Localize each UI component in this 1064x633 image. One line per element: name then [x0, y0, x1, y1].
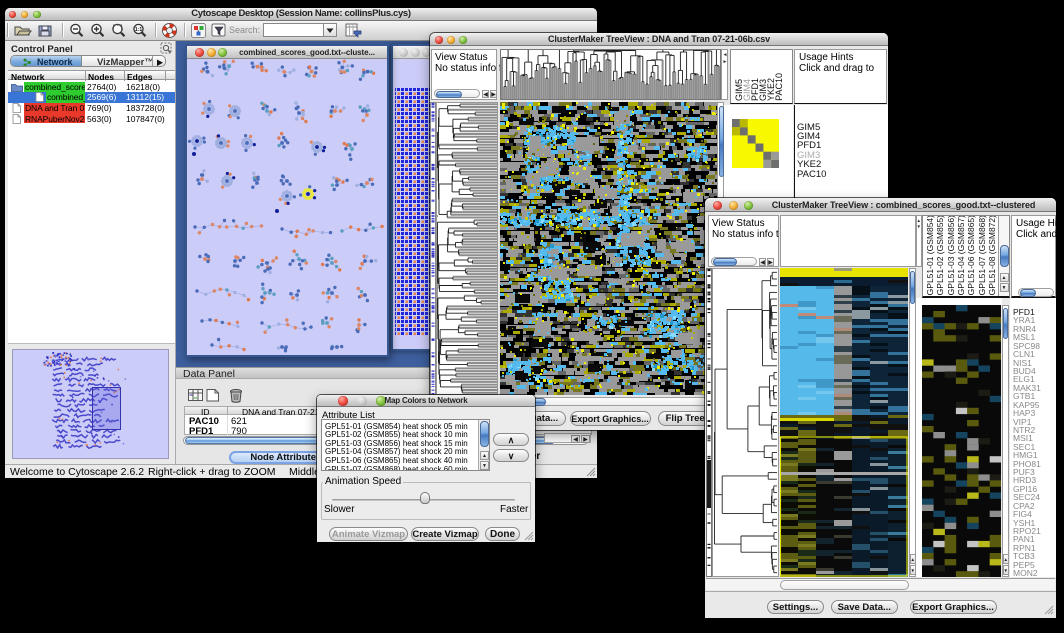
- svg-text:1:1: 1:1: [135, 27, 142, 33]
